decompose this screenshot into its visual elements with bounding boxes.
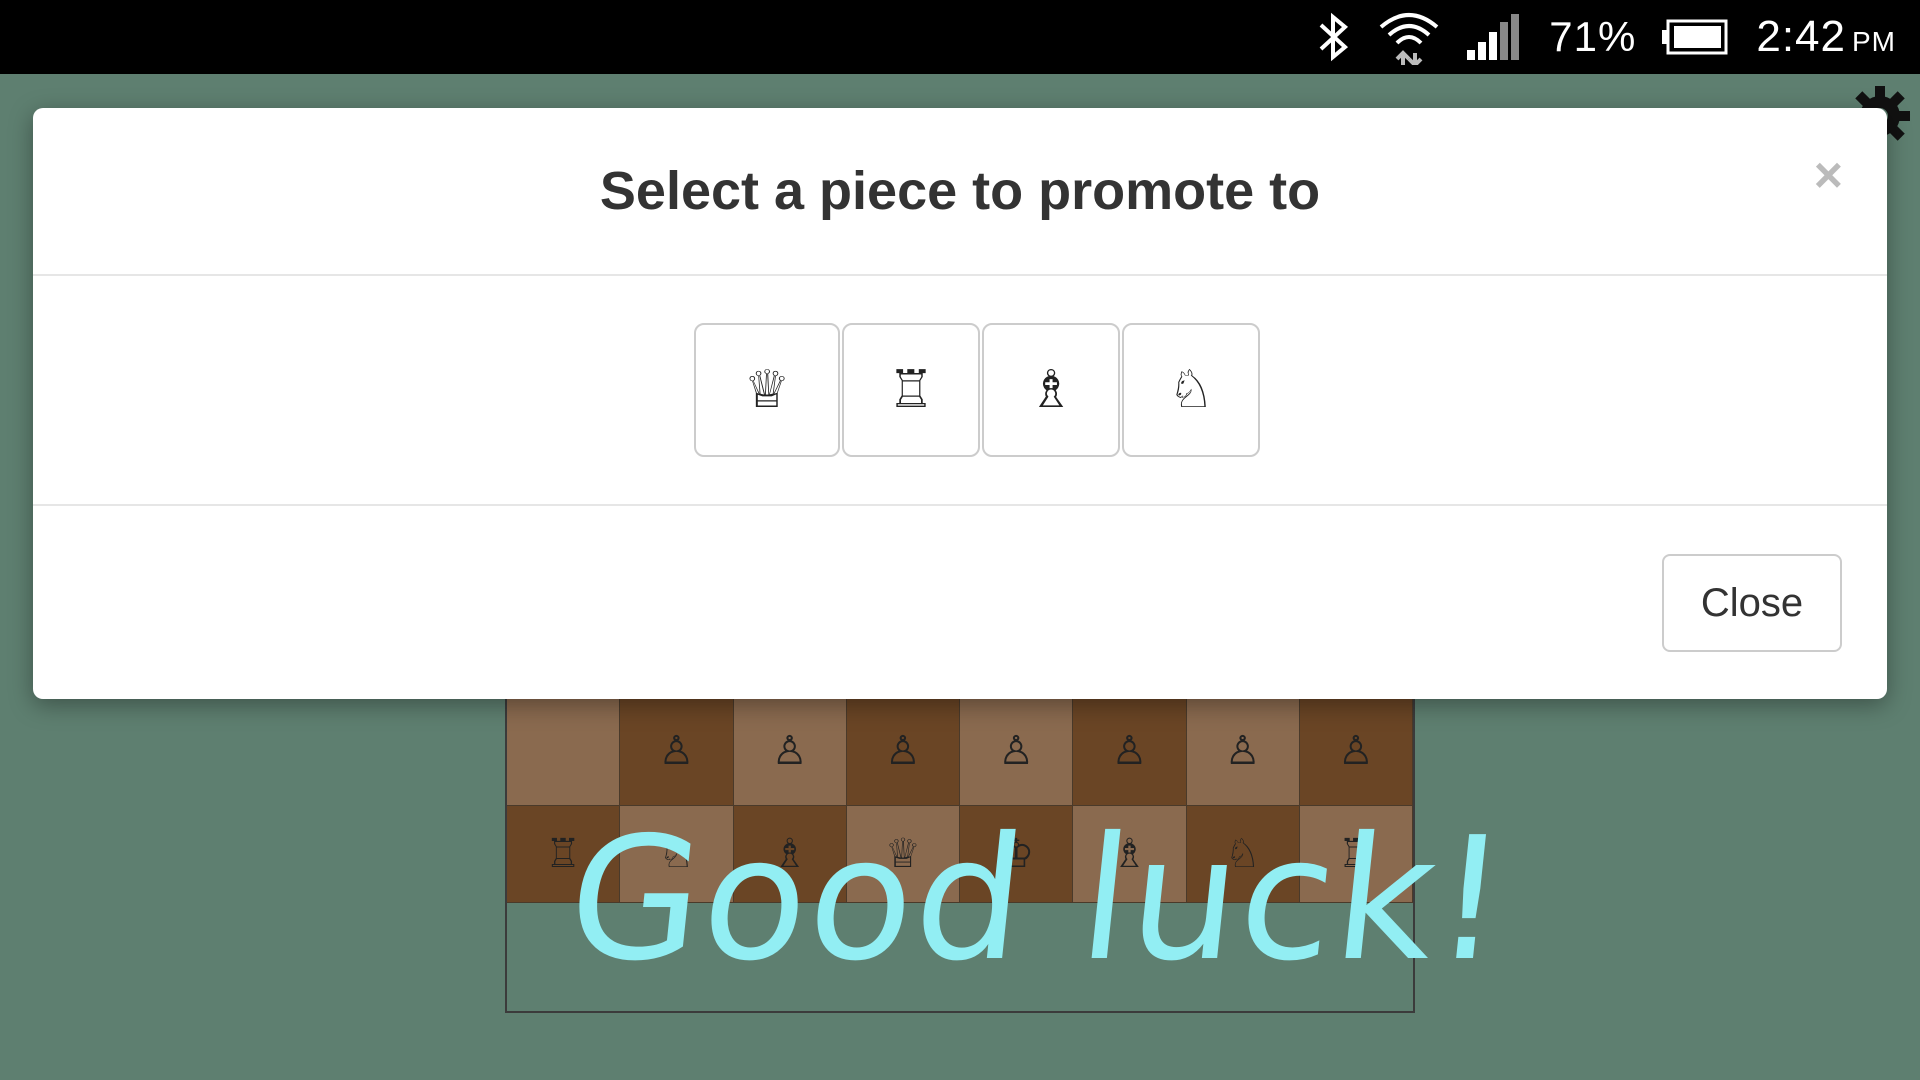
good-luck-overlay-text: Good luck! <box>559 801 1518 999</box>
status-bar: 71% 2:42 PM <box>0 0 1920 74</box>
bluetooth-icon <box>1317 11 1351 63</box>
board-square[interactable]: ♙ <box>1186 696 1300 806</box>
board-square[interactable]: ♙ <box>1073 696 1187 806</box>
wifi-icon <box>1377 9 1441 65</box>
promote-rook-button[interactable]: ♖ <box>842 323 980 457</box>
clock-ampm: PM <box>1852 26 1896 57</box>
modal-header: Select a piece to promote to × <box>33 108 1887 276</box>
promotion-piece-list: ♕ ♖ ♗ ♘ <box>694 323 1260 457</box>
battery-icon <box>1662 19 1730 55</box>
promote-bishop-button[interactable]: ♗ <box>982 323 1120 457</box>
board-row: ♙ ♙ ♙ ♙ ♙ ♙ ♙ <box>507 696 1413 806</box>
board-square[interactable]: ♙ <box>846 696 960 806</box>
close-button[interactable]: Close <box>1662 554 1842 652</box>
promotion-modal: Select a piece to promote to × ♕ ♖ ♗ ♘ C… <box>33 108 1887 699</box>
promote-knight-button[interactable]: ♘ <box>1122 323 1260 457</box>
board-square[interactable]: ♙ <box>620 696 734 806</box>
board-square[interactable]: ♙ <box>1299 696 1413 806</box>
modal-body: ♕ ♖ ♗ ♘ <box>33 276 1887 506</box>
modal-footer: Close <box>33 506 1887 699</box>
board-square[interactable]: ♙ <box>960 696 1074 806</box>
close-x-icon[interactable]: × <box>1814 146 1843 204</box>
clock-time: 2:42 <box>1756 12 1846 61</box>
battery-percent: 71% <box>1549 13 1637 60</box>
signal-icon <box>1467 14 1523 60</box>
board-square[interactable] <box>507 696 621 806</box>
promote-queen-button[interactable]: ♕ <box>694 323 840 457</box>
modal-title: Select a piece to promote to <box>599 161 1321 221</box>
clock: 2:42 PM <box>1756 12 1896 62</box>
board-square[interactable]: ♙ <box>733 696 847 806</box>
